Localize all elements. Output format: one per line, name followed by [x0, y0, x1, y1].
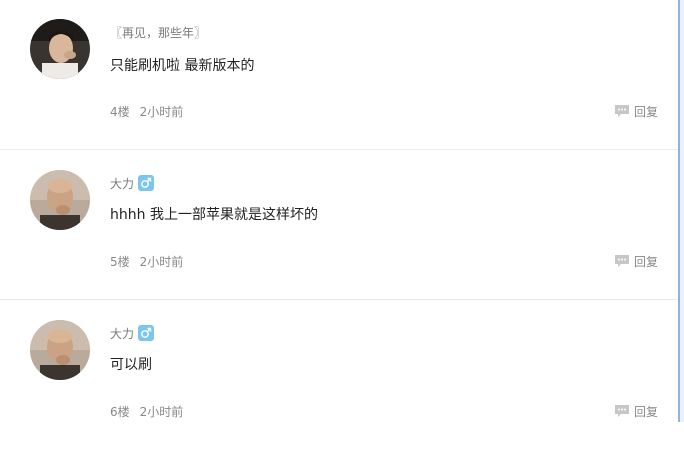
comment-bubble-icon [614, 104, 630, 118]
reply-button[interactable]: 回复 [614, 103, 658, 120]
username[interactable]: 大力 [110, 175, 134, 192]
comment-footer: 6楼 2小时前 回复 [110, 401, 658, 421]
comment-footer: 5楼 2小时前 回复 [110, 251, 658, 271]
scrollbar-edge [678, 0, 684, 422]
comment-bubble-icon [614, 404, 630, 418]
avatar[interactable] [30, 19, 90, 79]
comment-text: hhhh 我上一部苹果就是这样坏的 [110, 207, 318, 223]
comment-item: 〖再见，那些年〗 只能刷机啦 最新版本的 4楼 2小时前 回复 [0, 0, 678, 150]
comment-footer: 4楼 2小时前 回复 [110, 101, 658, 121]
floor-number: 6楼 [110, 404, 130, 419]
comment-list: 〖再见，那些年〗 只能刷机啦 最新版本的 4楼 2小时前 回复 大力 hhhh … [0, 0, 678, 449]
reply-label: 回复 [633, 254, 658, 269]
timestamp: 2小时前 [139, 404, 184, 419]
avatar[interactable] [30, 170, 90, 230]
floor-number: 5楼 [110, 254, 130, 269]
comment-item: 大力 hhhh 我上一部苹果就是这样坏的 5楼 2小时前 回复 [0, 150, 678, 300]
comment-item: 大力 可以刷 6楼 2小时前 回复 [0, 300, 678, 449]
male-icon [138, 175, 155, 191]
male-icon [138, 325, 155, 341]
reply-label: 回复 [633, 404, 658, 419]
comment-text: 只能刷机啦 最新版本的 [110, 58, 255, 74]
comment-text: 可以刷 [110, 357, 152, 373]
comment-meta: 大力 [110, 174, 155, 192]
comment-bubble-icon [614, 254, 630, 268]
floor-number: 4楼 [110, 104, 130, 119]
username[interactable]: 大力 [110, 325, 134, 342]
username[interactable]: 〖再见，那些年〗 [110, 24, 206, 41]
avatar[interactable] [30, 320, 90, 380]
reply-button[interactable]: 回复 [614, 253, 658, 270]
timestamp: 2小时前 [139, 104, 184, 119]
timestamp: 2小时前 [139, 254, 184, 269]
reply-label: 回复 [633, 104, 658, 119]
reply-button[interactable]: 回复 [614, 403, 658, 420]
comment-meta: 大力 [110, 324, 155, 342]
comment-meta: 〖再见，那些年〗 [110, 23, 206, 41]
